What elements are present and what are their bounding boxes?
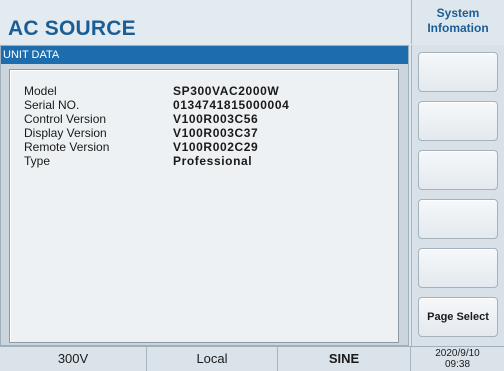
- page-select-button[interactable]: Page Select: [418, 297, 498, 337]
- page-title: AC SOURCE: [0, 0, 410, 44]
- status-waveform: SINE: [278, 347, 411, 371]
- softkey-3-button[interactable]: [418, 150, 498, 190]
- data-value: V100R002C29: [173, 140, 259, 154]
- status-date: 2020/9/10: [435, 348, 480, 359]
- status-voltage: 300V: [0, 347, 147, 371]
- unit-data-panel: UNIT DATA Model SP300VAC2000W Serial NO.…: [0, 45, 409, 346]
- data-label: Remote Version: [24, 140, 110, 154]
- data-label: Serial NO.: [24, 98, 80, 112]
- status-control-mode: Local: [147, 347, 278, 371]
- status-datetime: 2020/9/10 09:38: [411, 347, 504, 371]
- data-label: Display Version: [24, 126, 107, 140]
- data-value: V100R003C37: [173, 126, 259, 140]
- data-value: V100R003C56: [173, 112, 259, 126]
- softkey-5-button[interactable]: [418, 248, 498, 288]
- data-label: Control Version: [24, 112, 107, 126]
- data-value: SP300VAC2000W: [173, 84, 280, 98]
- softkey-4-button[interactable]: [418, 199, 498, 239]
- system-information-button[interactable]: System Infomation: [411, 0, 504, 44]
- softkey-column: Page Select: [411, 45, 504, 346]
- data-value: 0134741815000004: [173, 98, 290, 112]
- data-label: Model: [24, 84, 57, 98]
- system-information-label-line2: Infomation: [427, 21, 489, 35]
- softkey-1-button[interactable]: [418, 52, 498, 92]
- system-information-label-line1: System: [436, 6, 480, 20]
- status-time: 09:38: [444, 359, 471, 370]
- app-window: AC SOURCE System Infomation UNIT DATA Mo…: [0, 0, 504, 371]
- softkey-2-button[interactable]: [418, 101, 498, 141]
- data-value: Professional: [173, 154, 253, 168]
- status-bar: 300V Local SINE 2020/9/10 09:38: [0, 346, 504, 371]
- panel-title: UNIT DATA: [1, 46, 408, 64]
- unit-data-content: Model SP300VAC2000W Serial NO. 013474181…: [9, 69, 399, 343]
- data-label: Type: [24, 154, 51, 168]
